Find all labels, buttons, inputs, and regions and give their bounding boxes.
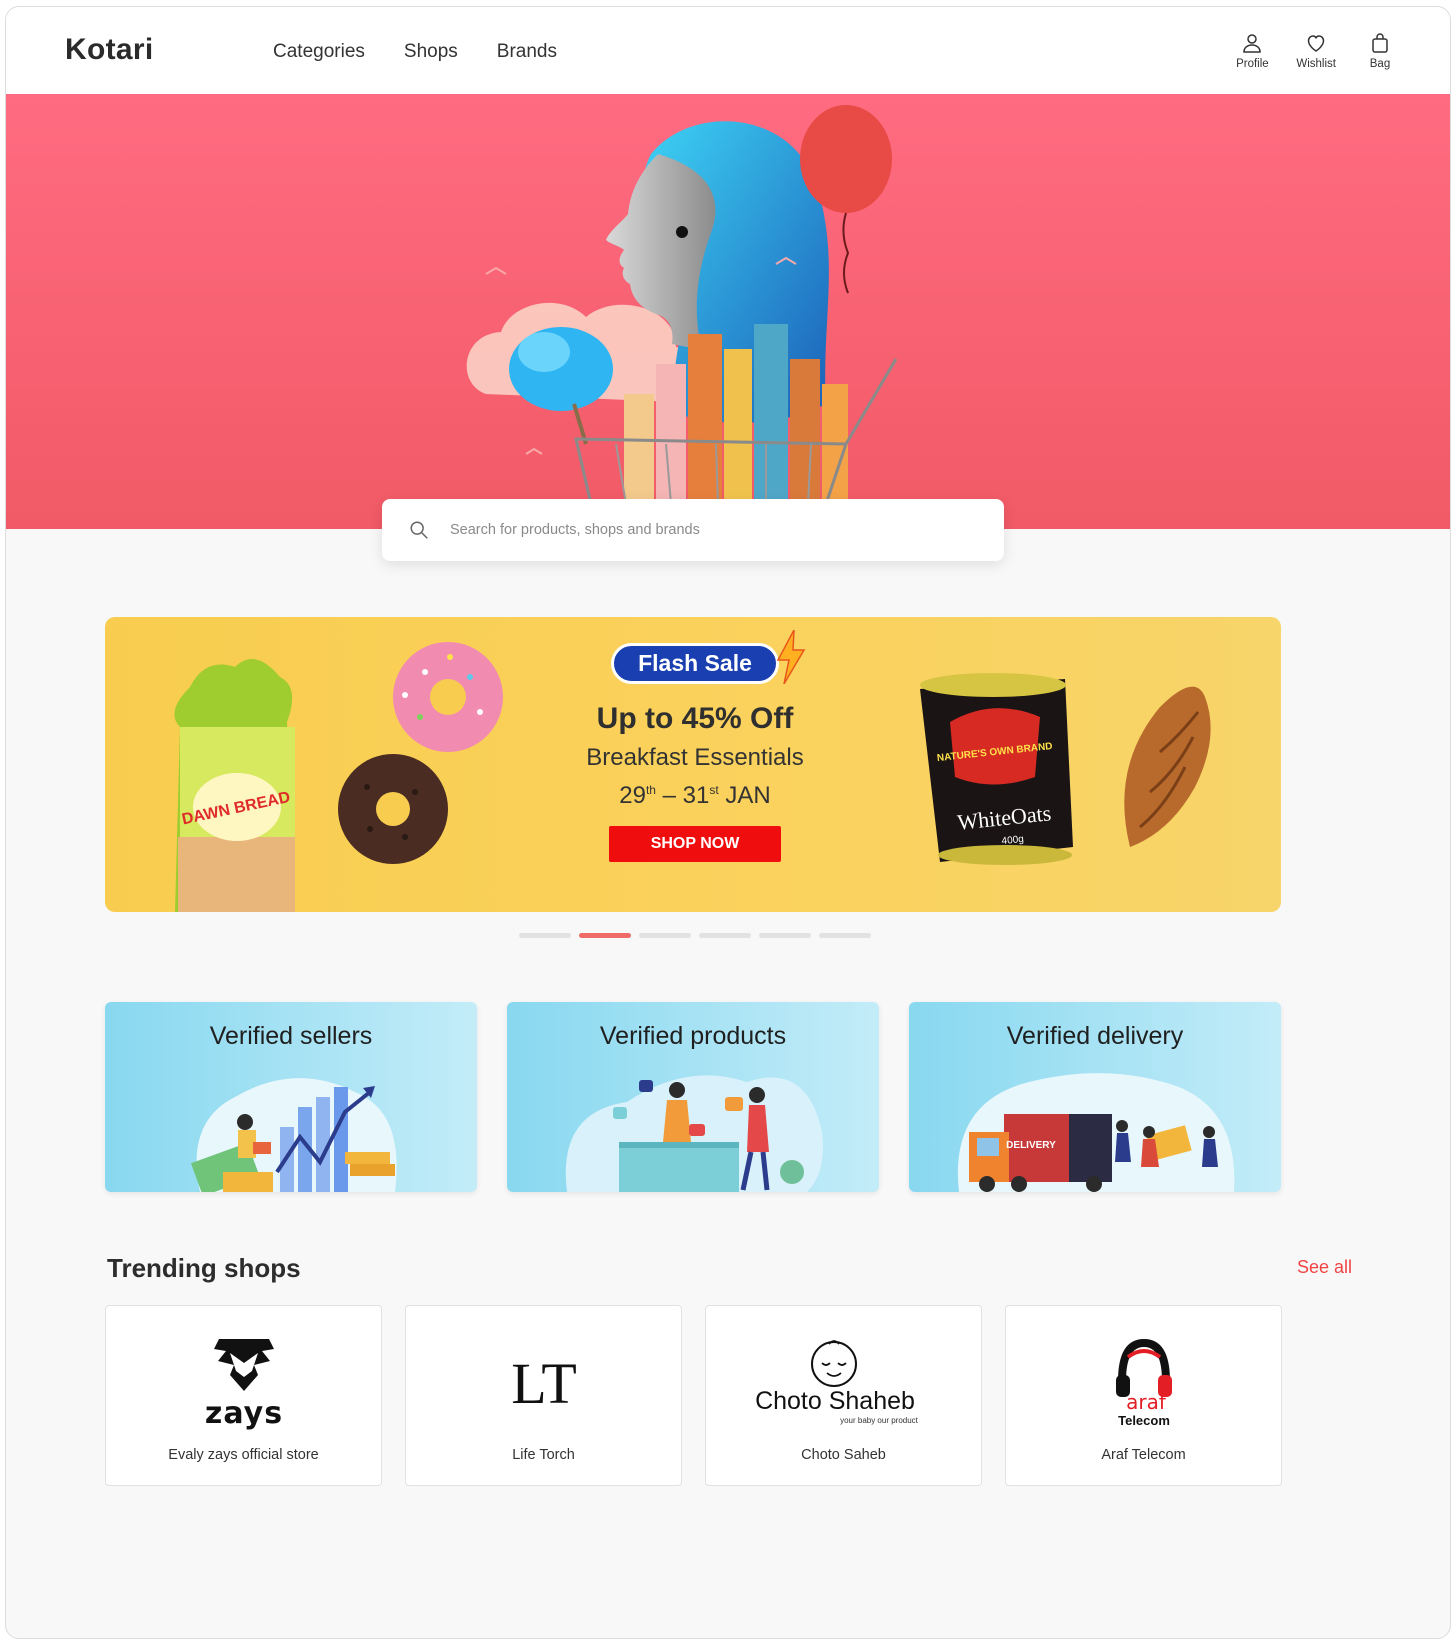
carousel-dot[interactable] (759, 933, 811, 938)
search-icon (410, 521, 428, 539)
feature-verified-sellers[interactable]: Verified sellers (105, 1002, 477, 1192)
hero-banner (6, 94, 1450, 529)
profile-icon (1243, 34, 1262, 53)
wishlist-icon (1307, 35, 1325, 52)
feature-title: Verified sellers (209, 1022, 373, 1050)
nav-links: Categories Shops Brands (273, 41, 557, 63)
profile-button[interactable]: Profile (1234, 31, 1270, 70)
promo-right-products: NATURE'S OWN BRAND WhiteOats 400g (920, 673, 1211, 865)
oats-weight: 400g (1001, 834, 1024, 847)
search-input[interactable] (450, 522, 970, 538)
zays-wordmark: zays (204, 1396, 282, 1431)
trending-title: Trending shops (107, 1253, 301, 1283)
shop-logo: Choto Shaheb your baby our product (706, 1326, 981, 1436)
feature-title: Verified products (599, 1022, 787, 1050)
logo[interactable]: Kotari (65, 33, 153, 67)
shop-card-araf-telecom[interactable]: araf Telecom Araf Telecom (1005, 1305, 1282, 1486)
shop-logo: zays (106, 1326, 381, 1436)
carousel-dot[interactable] (639, 933, 691, 938)
shop-card-choto-saheb[interactable]: Choto Shaheb your baby our product Choto… (705, 1305, 982, 1486)
nav-link-shops[interactable]: Shops (404, 41, 458, 63)
choto-shaheb-tagline: your baby our product (840, 1416, 919, 1425)
promo-date: 29th – 31st JAN (619, 782, 771, 809)
flash-sale-label: Flash Sale (638, 650, 752, 676)
promo-headline: Up to 45% Off (596, 702, 794, 735)
search-bar[interactable] (382, 499, 1004, 561)
lightning-icon (776, 630, 806, 684)
carousel-dot[interactable] (699, 933, 751, 938)
life-torch-monogram: LT (511, 1351, 577, 1416)
wishlist-label: Wishlist (1296, 58, 1336, 70)
profile-label: Profile (1236, 58, 1269, 70)
wishlist-button[interactable]: Wishlist (1296, 31, 1336, 70)
bag-icon (1372, 33, 1388, 53)
flash-sale-badge: Flash Sale (611, 630, 806, 684)
promo-left-products: DAWN BREAD (174, 642, 503, 912)
zays-logo: zays (204, 1339, 282, 1431)
shop-name: Araf Telecom (1101, 1447, 1186, 1463)
feature-title: Verified delivery (1006, 1022, 1184, 1050)
shop-now-button[interactable]: SHOP NOW (609, 826, 781, 862)
choto-shaheb-logo: Choto Shaheb your baby our product (755, 1340, 919, 1425)
araf-telecom-logo: araf Telecom (1115, 1338, 1172, 1428)
carousel-dots (519, 933, 871, 938)
shop-card-life-torch[interactable]: LT Life Torch (405, 1305, 682, 1486)
bag-label: Bag (1369, 58, 1391, 70)
hero-illustration (466, 105, 898, 506)
feature-verified-delivery[interactable]: DELIVERY Verified delivery (909, 1002, 1281, 1192)
page-frame: Kotari Categories Shops Brands Profile W… (5, 6, 1451, 1639)
see-all-link[interactable]: See all (1297, 1257, 1352, 1278)
carousel-dot-active[interactable] (579, 933, 631, 938)
nav-icons: Profile Wishlist Bag (1234, 31, 1398, 70)
feature-verified-products[interactable]: Verified products (507, 1002, 879, 1192)
promo-copy: Flash Sale Up to 45% Off Breakfast Essen… (575, 630, 815, 862)
nav-link-brands[interactable]: Brands (497, 41, 557, 63)
carousel-dot[interactable] (819, 933, 871, 938)
choto-shaheb-wordmark: Choto Shaheb (755, 1387, 915, 1415)
carousel-dot[interactable] (519, 933, 571, 938)
promo-subtitle: Breakfast Essentials (586, 744, 804, 771)
bag-button[interactable]: Bag (1362, 31, 1398, 70)
shop-logo: araf Telecom (1006, 1326, 1281, 1436)
shop-name: Choto Saheb (801, 1447, 886, 1463)
top-nav: Kotari Categories Shops Brands Profile W… (6, 7, 1450, 94)
nav-link-categories[interactable]: Categories (273, 41, 365, 63)
shop-logo: LT (406, 1326, 681, 1436)
shop-name: Evaly zays official store (168, 1447, 319, 1463)
feature-cards: Verified sellers Verified products DELIV… (105, 1002, 1281, 1192)
shop-name: Life Torch (512, 1447, 575, 1463)
araf-wordmark: araf (1126, 1390, 1167, 1414)
trending-shops-list: zays Evaly zays official store LT Life T… (105, 1305, 1282, 1486)
shop-card-zays[interactable]: zays Evaly zays official store (105, 1305, 382, 1486)
life-torch-logo: LT (511, 1351, 577, 1416)
promo-banner[interactable]: DAWN BREAD Flash Sale Up to 45% Off Brea… (105, 617, 1281, 912)
araf-sub: Telecom (1118, 1413, 1170, 1428)
truck-label: DELIVERY (1006, 1140, 1056, 1151)
